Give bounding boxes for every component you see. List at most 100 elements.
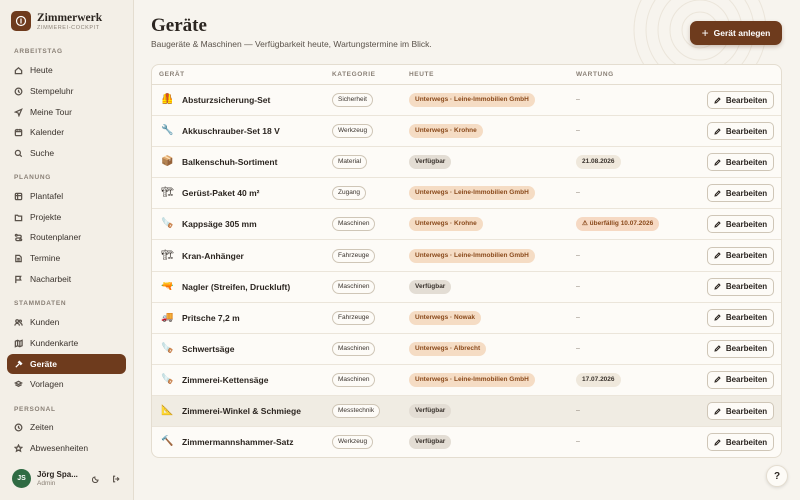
section-label-stammdaten: STAMMDATEN [14,300,67,307]
category-badge: Material [332,155,368,170]
category-badge: Maschinen [332,217,376,232]
edit-button[interactable]: Bearbeiten [707,122,774,141]
device-name: Kappsäge 305 mm [182,219,257,230]
device-icon: 📦 [161,156,174,168]
edit-label: Bearbeiten [725,344,768,354]
edit-button[interactable]: Bearbeiten [707,370,774,389]
table-row[interactable]: 🪚 Schwertsäge Maschinen Unterwegs · Albrech… [152,334,781,365]
maintenance-value: – [576,282,580,290]
sidebar-item-meine-tour[interactable]: Meine Tour [7,102,126,122]
device-name: Balkenschuh-Sortiment [182,157,278,168]
edit-label: Bearbeiten [725,157,768,167]
table-row[interactable]: 📐 Zimmerei-Winkel & Schmiege Messtechnik Ve… [152,396,781,427]
table-row[interactable]: 🔨 Zimmermannshammer-Satz Werkzeug Verfügbar… [152,427,781,457]
clock-icon [14,87,23,96]
calendar-icon [14,128,23,137]
sidebar-item-zeiten[interactable]: Zeiten [7,417,126,437]
pencil-icon [714,252,721,259]
sidebar-item-label: Vorlagen [30,379,64,389]
column-header-kategorie: KATEGORIE [332,71,376,78]
page-title: Geräte [151,15,207,36]
sidebar-item-suche[interactable]: Suche [7,143,126,163]
table-row[interactable]: 🦺 Absturzsicherung-Set Sicherheit Unterwegs… [152,85,781,116]
sidebar-item-label: Heute [30,65,53,75]
edit-button[interactable]: Bearbeiten [707,184,774,203]
sidebar-item-kalender[interactable]: Kalender [7,122,126,142]
sidebar-item-heute[interactable]: Heute [7,60,126,80]
table-row[interactable]: 🔫 Nagler (Streifen, Druckluft) Maschinen Ve… [152,272,781,303]
sidebar-item-projekte[interactable]: Projekte [7,207,126,227]
maintenance-value: 17.07.2026 [576,372,621,387]
sidebar-item-stempeluhr[interactable]: Stempeluhr [7,81,126,101]
edit-button[interactable]: Bearbeiten [707,215,774,234]
device-name: Akkuschrauber-Set 18 V [182,126,280,137]
edit-label: Bearbeiten [725,406,768,416]
send-icon [14,107,23,117]
edit-button[interactable]: Bearbeiten [707,153,774,172]
edit-label: Bearbeiten [725,313,768,323]
clock-icon [14,423,23,432]
table-row[interactable]: 🏗 Kran-Anhänger Fahrzeuge Unterwegs · Leine… [152,241,781,272]
edit-button[interactable]: Bearbeiten [707,339,774,358]
sidebar-item-label: Meine Tour [30,107,72,117]
device-icon: 🔨 [161,436,174,448]
status-badge: Verfügbar [409,404,452,418]
table-row[interactable]: 📦 Balkenschuh-Sortiment Material Verfügbar 2… [152,147,781,179]
device-name: Schwertsäge [182,343,235,354]
device-icon: 🪚 [161,373,174,385]
sidebar-item-routenplaner[interactable]: Routenplaner [7,227,126,247]
maintenance-value: – [576,189,580,197]
brand[interactable]: Zimmerwerk ZIMMEREI-COCKPIT [11,11,102,31]
section-label-personal: PERSONAL [14,406,56,413]
category-badge: Maschinen [332,372,376,387]
edit-label: Bearbeiten [725,95,768,105]
device-name: Kran-Anhänger [182,250,244,261]
edit-label: Bearbeiten [725,251,768,260]
pencil-icon [714,158,721,166]
device-icon: 🚚 [161,311,174,323]
column-header-wartung: WARTUNG [576,71,614,78]
sidebar-item-vorlagen[interactable]: Vorlagen [7,374,126,394]
user-role: Admin [37,480,56,487]
sidebar-item-plantafel[interactable]: Plantafel [7,186,126,206]
user-profile[interactable]: JS Jörg Spa... Admin [12,469,130,488]
device-icon: 🔧 [161,125,174,137]
maintenance-value: – [576,344,580,352]
status-badge: Unterwegs · Leine-Immobilien GmbH [409,186,535,201]
help-button[interactable]: ? [766,465,788,487]
table-row[interactable]: 🏗 Gerüst-Paket 40 m² Zugang Unterwegs · Lei… [152,178,781,210]
logout-icon[interactable] [109,472,123,486]
sidebar-item-nacharbeit[interactable]: Nacharbeit [7,269,126,289]
sidebar-item-abwesenheiten[interactable]: Abwesenheiten [7,438,126,458]
edit-button[interactable]: Bearbeiten [707,277,774,296]
pencil-icon [714,345,721,352]
sidebar-item-label: Projekte [30,212,62,222]
sidebar-item-geräte[interactable]: Geräte [7,354,126,374]
moon-icon[interactable] [89,472,103,486]
sidebar-item-kunden[interactable]: Kunden [7,312,126,332]
edit-button[interactable]: Bearbeiten [707,308,774,327]
table-row[interactable]: 🪚 Zimmerei-Kettensäge Maschinen Unterwegs ·… [152,365,781,396]
brand-name: Zimmerwerk [37,11,103,24]
category-badge: Fahrzeuge [332,310,376,325]
avatar: JS [12,469,31,488]
add-device-button[interactable]: + Gerät anlegen [690,21,782,45]
category-badge: Maschinen [332,341,376,356]
edit-button[interactable]: Bearbeiten [707,402,774,420]
section-label-planung: PLANUNG [14,174,52,181]
edit-label: Bearbeiten [725,188,768,198]
table-row[interactable]: 🪚 Kappsäge 305 mm Maschinen Unterwegs · Kro… [152,209,781,241]
sidebar-item-termine[interactable]: Termine [7,248,126,268]
add-device-label: Gerät anlegen [713,28,771,38]
edit-button[interactable]: Bearbeiten [707,246,774,265]
sidebar-item-label: Kalender [30,127,65,137]
table-row[interactable]: 🚚 Pritsche 7,2 m Fahrzeuge Unterwegs · Nowa… [152,303,781,334]
pencil-icon [714,376,721,384]
main-content: Geräte Baugeräte & Maschinen — Verfügbar… [134,0,800,500]
plus-icon: + [701,26,709,40]
edit-button[interactable]: Bearbeiten [707,91,774,109]
sidebar-item-kundenkarte[interactable]: Kundenkarte [7,333,126,353]
edit-button[interactable]: Bearbeiten [707,433,774,452]
column-header-heute: HEUTE [409,71,435,78]
table-row[interactable]: 🔧 Akkuschrauber-Set 18 V Werkzeug Unterwegs… [152,116,781,148]
